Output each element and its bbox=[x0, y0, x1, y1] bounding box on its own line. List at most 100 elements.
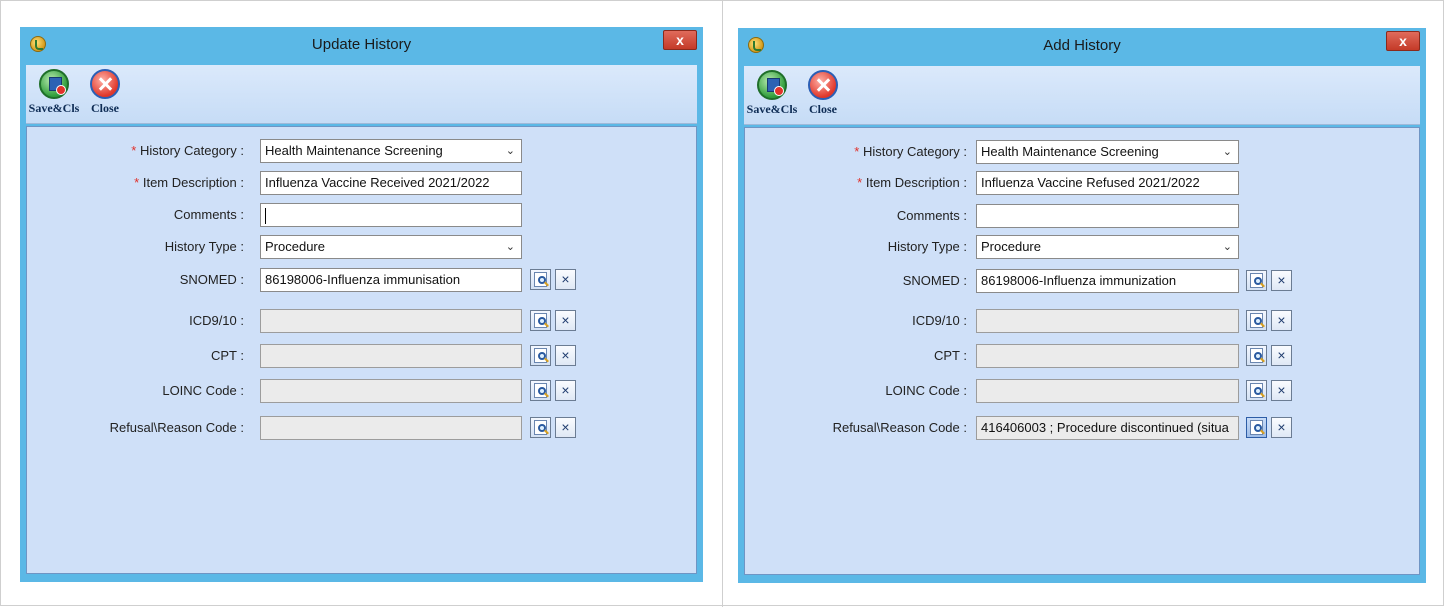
title-bar[interactable]: Add History x bbox=[738, 28, 1426, 66]
loinc-lookup-button[interactable] bbox=[530, 380, 551, 401]
close-icon bbox=[808, 70, 838, 100]
loinc-input[interactable] bbox=[260, 379, 522, 403]
history-category-label: * History Category : bbox=[854, 144, 967, 159]
cpt-input[interactable] bbox=[260, 344, 522, 368]
icd-input[interactable] bbox=[976, 309, 1239, 333]
update-history-dialog: Update History x Save&Cls Close * Histor… bbox=[20, 27, 703, 582]
icd-input[interactable] bbox=[260, 309, 522, 333]
refusal-reason-input[interactable]: 416406003 ; Procedure discontinued (situ… bbox=[976, 416, 1239, 440]
item-description-row: * Item Description : Influenza Vaccine R… bbox=[27, 171, 696, 195]
snomed-label: SNOMED : bbox=[179, 272, 244, 287]
close-icon bbox=[90, 69, 120, 99]
snomed-label: SNOMED : bbox=[902, 273, 967, 288]
item-description-label-text: Item Description : bbox=[865, 175, 967, 190]
dialog-title: Add History bbox=[1043, 37, 1121, 54]
icd-clear-button[interactable]: × bbox=[555, 310, 576, 331]
history-type-row: History Type : Procedure ⌄ bbox=[745, 235, 1419, 259]
add-history-dialog: Add History x Save&Cls Close * History C… bbox=[738, 28, 1426, 583]
required-marker: * bbox=[857, 175, 863, 190]
chevron-down-icon: ⌄ bbox=[1222, 146, 1232, 158]
item-description-label: * Item Description : bbox=[134, 175, 244, 190]
loinc-label: LOINC Code : bbox=[885, 383, 967, 398]
snomed-clear-button[interactable]: × bbox=[1271, 270, 1292, 291]
snomed-row: SNOMED : 86198006-Influenza immunization… bbox=[745, 269, 1419, 293]
save-and-close-label: Save&Cls bbox=[28, 101, 80, 115]
window-close-button[interactable]: x bbox=[1386, 31, 1420, 51]
comments-input[interactable] bbox=[976, 204, 1239, 228]
history-type-row: History Type : Procedure ⌄ bbox=[27, 235, 696, 259]
icd-clear-button[interactable]: × bbox=[1271, 310, 1292, 331]
refusal-reason-label: Refusal\Reason Code : bbox=[832, 420, 967, 435]
item-description-label-text: Item Description : bbox=[142, 175, 244, 190]
history-type-select[interactable]: Procedure ⌄ bbox=[976, 235, 1239, 259]
history-type-value: Procedure bbox=[265, 239, 325, 254]
snomed-input[interactable]: 86198006-Influenza immunization bbox=[976, 269, 1239, 293]
loinc-lookup-button[interactable] bbox=[1246, 380, 1267, 401]
loinc-input[interactable] bbox=[976, 379, 1239, 403]
refusal-reason-lookup-button[interactable] bbox=[1246, 417, 1267, 438]
cpt-clear-button[interactable]: × bbox=[1271, 345, 1292, 366]
cpt-clear-button[interactable]: × bbox=[555, 345, 576, 366]
cpt-input[interactable] bbox=[976, 344, 1239, 368]
save-icon bbox=[39, 69, 69, 99]
history-type-select[interactable]: Procedure ⌄ bbox=[260, 235, 522, 259]
history-category-row: * History Category : Health Maintenance … bbox=[745, 140, 1419, 164]
cpt-label: CPT : bbox=[934, 348, 967, 363]
loinc-row: LOINC Code : × bbox=[27, 379, 696, 403]
history-category-select[interactable]: Health Maintenance Screening ⌄ bbox=[260, 139, 522, 163]
icd-label: ICD9/10 : bbox=[189, 313, 244, 328]
loinc-clear-button[interactable]: × bbox=[555, 380, 576, 401]
chevron-down-icon: ⌄ bbox=[505, 145, 515, 157]
refusal-reason-clear-button[interactable]: × bbox=[555, 417, 576, 438]
close-button[interactable]: Close bbox=[82, 69, 128, 116]
comments-row: Comments : bbox=[27, 203, 696, 227]
panel-divider bbox=[722, 0, 723, 607]
icd-lookup-button[interactable] bbox=[530, 310, 551, 331]
save-and-close-label: Save&Cls bbox=[746, 102, 798, 116]
cpt-label: CPT : bbox=[211, 348, 244, 363]
toolbar: Save&Cls Close bbox=[26, 65, 697, 124]
history-type-label: History Type : bbox=[164, 239, 244, 254]
refusal-reason-clear-button[interactable]: × bbox=[1271, 417, 1292, 438]
icd-row: ICD9/10 : × bbox=[745, 309, 1419, 333]
history-category-value: Health Maintenance Screening bbox=[265, 143, 443, 158]
close-button[interactable]: Close bbox=[800, 70, 846, 117]
snomed-row: SNOMED : 86198006-Influenza immunisation… bbox=[27, 268, 696, 292]
item-description-input[interactable]: Influenza Vaccine Received 2021/2022 bbox=[260, 171, 522, 195]
snomed-lookup-button[interactable] bbox=[530, 269, 551, 290]
snomed-lookup-button[interactable] bbox=[1246, 270, 1267, 291]
refusal-reason-row: Refusal\Reason Code : × bbox=[27, 416, 696, 440]
item-description-input[interactable]: Influenza Vaccine Refused 2021/2022 bbox=[976, 171, 1239, 195]
close-label: Close bbox=[91, 101, 119, 115]
chevron-down-icon: ⌄ bbox=[1222, 241, 1232, 253]
text-caret bbox=[265, 207, 266, 224]
history-category-label-text: History Category : bbox=[862, 144, 967, 159]
snomed-input[interactable]: 86198006-Influenza immunisation bbox=[260, 268, 522, 292]
required-marker: * bbox=[854, 144, 860, 159]
window-close-button[interactable]: x bbox=[663, 30, 697, 50]
required-marker: * bbox=[131, 143, 137, 158]
cpt-lookup-button[interactable] bbox=[530, 345, 551, 366]
history-form: * History Category : Health Maintenance … bbox=[26, 126, 697, 574]
history-category-row: * History Category : Health Maintenance … bbox=[27, 139, 696, 163]
refusal-reason-input[interactable] bbox=[260, 416, 522, 440]
comments-label: Comments : bbox=[173, 207, 244, 222]
toolbar: Save&Cls Close bbox=[744, 66, 1420, 125]
refusal-reason-lookup-button[interactable] bbox=[530, 417, 551, 438]
title-bar[interactable]: Update History x bbox=[20, 27, 703, 65]
save-and-close-button[interactable]: Save&Cls bbox=[746, 70, 798, 117]
cpt-lookup-button[interactable] bbox=[1246, 345, 1267, 366]
loinc-clear-button[interactable]: × bbox=[1271, 380, 1292, 401]
comments-input[interactable] bbox=[260, 203, 522, 227]
icd-label: ICD9/10 : bbox=[912, 313, 967, 328]
history-form: * History Category : Health Maintenance … bbox=[744, 127, 1420, 575]
required-marker: * bbox=[134, 175, 140, 190]
close-label: Close bbox=[809, 102, 837, 116]
icd-lookup-button[interactable] bbox=[1246, 310, 1267, 331]
save-and-close-button[interactable]: Save&Cls bbox=[28, 69, 80, 116]
refusal-reason-label: Refusal\Reason Code : bbox=[109, 420, 244, 435]
cpt-row: CPT : × bbox=[745, 344, 1419, 368]
snomed-clear-button[interactable]: × bbox=[555, 269, 576, 290]
history-category-select[interactable]: Health Maintenance Screening ⌄ bbox=[976, 140, 1239, 164]
history-category-value: Health Maintenance Screening bbox=[981, 144, 1159, 159]
